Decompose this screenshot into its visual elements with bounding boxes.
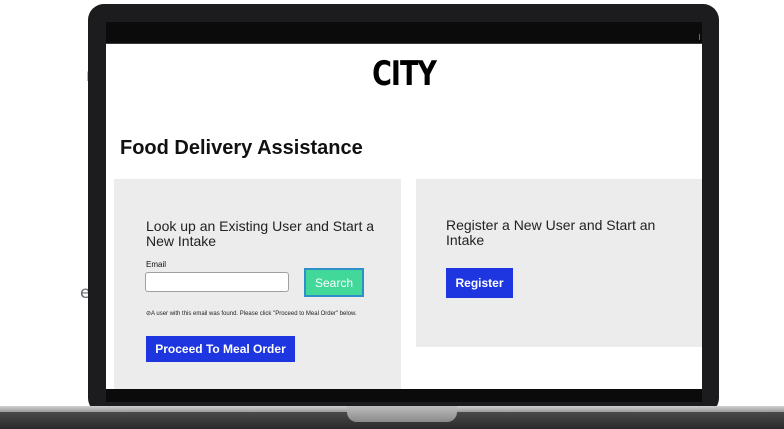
register-button[interactable]: Register xyxy=(446,268,513,298)
register-heading: Register a New User and Start an Intake xyxy=(446,217,656,248)
user-found-message: ⊘A user with this email was found. Pleas… xyxy=(146,311,378,318)
email-label: Email xyxy=(146,260,167,269)
site-logo[interactable]: CITY xyxy=(106,55,702,94)
top-strip-marker xyxy=(699,34,700,40)
email-input[interactable] xyxy=(145,272,289,292)
lookup-user-card: Look up an Existing User and Start a New… xyxy=(114,179,401,389)
laptop-screen: CITY Food Delivery Assistance Look up an… xyxy=(106,22,702,402)
proceed-to-meal-order-button[interactable]: Proceed To Meal Order xyxy=(146,336,295,362)
browser-top-strip xyxy=(106,22,702,44)
screen-bottom-bezel xyxy=(106,389,702,402)
search-button[interactable]: Search xyxy=(304,268,364,297)
page-title: Food Delivery Assistance xyxy=(120,137,363,159)
laptop-hinge-notch xyxy=(347,406,457,422)
register-user-card: Register a New User and Start an Intake … xyxy=(416,179,702,347)
user-found-text: A user with this email was found. Please… xyxy=(151,311,357,317)
lookup-heading: Look up an Existing User and Start a New… xyxy=(146,218,375,249)
web-page: CITY Food Delivery Assistance Look up an… xyxy=(106,44,702,389)
